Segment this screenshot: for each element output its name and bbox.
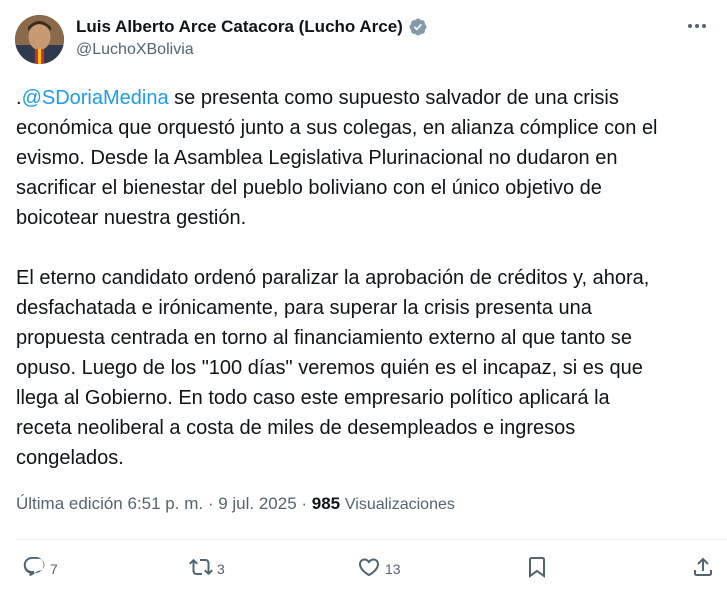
- meta-separator: ·: [296, 494, 312, 513]
- repost-icon: [189, 555, 213, 582]
- more-icon[interactable]: [685, 14, 709, 38]
- avatar[interactable]: [15, 15, 64, 64]
- line-text: congelados.: [16, 447, 124, 469]
- bookmark-button[interactable]: [525, 555, 549, 582]
- mention-link[interactable]: @SDoriaMedina: [22, 87, 169, 109]
- line-text: económica que orquestó junto a sus coleg…: [16, 117, 658, 139]
- action-bar: 7 3 13: [0, 553, 727, 585]
- line-text: evismo. Desde la Asamblea Legislativa Pl…: [16, 147, 618, 169]
- views-label: Visualizaciones: [344, 496, 455, 513]
- edited-timestamp[interactable]: Última edición 6:51 p. m.: [16, 494, 203, 513]
- line-text: se presenta como supuesto salvador de un…: [168, 87, 619, 109]
- meta-separator: ·: [203, 494, 219, 513]
- divider: [16, 539, 727, 540]
- post-date[interactable]: 9 jul. 2025: [218, 494, 296, 513]
- tweet-paragraph-1: .@SDoriaMedina se presenta como supuesto…: [16, 83, 716, 233]
- verified-badge-icon: [408, 17, 428, 37]
- author-name-row: Luis Alberto Arce Catacora (Lucho Arce): [76, 15, 428, 39]
- line-text: receta neoliberal a costa de miles de de…: [16, 417, 576, 439]
- views-count: 985: [311, 494, 341, 513]
- tweet-text: .@SDoriaMedina se presenta como supuesto…: [16, 83, 716, 473]
- reply-count: 7: [50, 560, 58, 577]
- like-count: 13: [385, 560, 401, 577]
- like-icon: [357, 555, 381, 582]
- line-text: llega al Gobierno. En todo caso este emp…: [16, 387, 610, 409]
- repost-button[interactable]: 3: [189, 555, 225, 582]
- bookmark-icon: [525, 555, 549, 582]
- author-name[interactable]: Luis Alberto Arce Catacora (Lucho Arce): [76, 17, 403, 37]
- line-text: desfachatada e irónicamente, para supera…: [16, 297, 592, 319]
- line-text: propuesta centrada en torno al financiam…: [16, 327, 632, 349]
- tweet-paragraph-2: El eterno candidato ordenó paralizar la …: [16, 263, 716, 473]
- line-text: boicotear nuestra gestión.: [16, 207, 247, 229]
- share-icon: [691, 555, 715, 582]
- repost-count: 3: [217, 560, 225, 577]
- like-button[interactable]: 13: [357, 555, 401, 582]
- line-text: El eterno candidato ordenó paralizar la …: [16, 267, 650, 289]
- author-handle[interactable]: @LuchoXBolivia: [76, 41, 194, 59]
- line-text: opuso. Luego de los "100 días" veremos q…: [16, 357, 643, 379]
- reply-button[interactable]: 7: [22, 555, 58, 582]
- line-text: sacrificar el bienestar del pueblo boliv…: [16, 177, 602, 199]
- tweet-meta: Última edición 6:51 p. m. · 9 jul. 2025 …: [16, 494, 455, 514]
- share-button[interactable]: [691, 555, 715, 582]
- reply-icon: [22, 555, 46, 582]
